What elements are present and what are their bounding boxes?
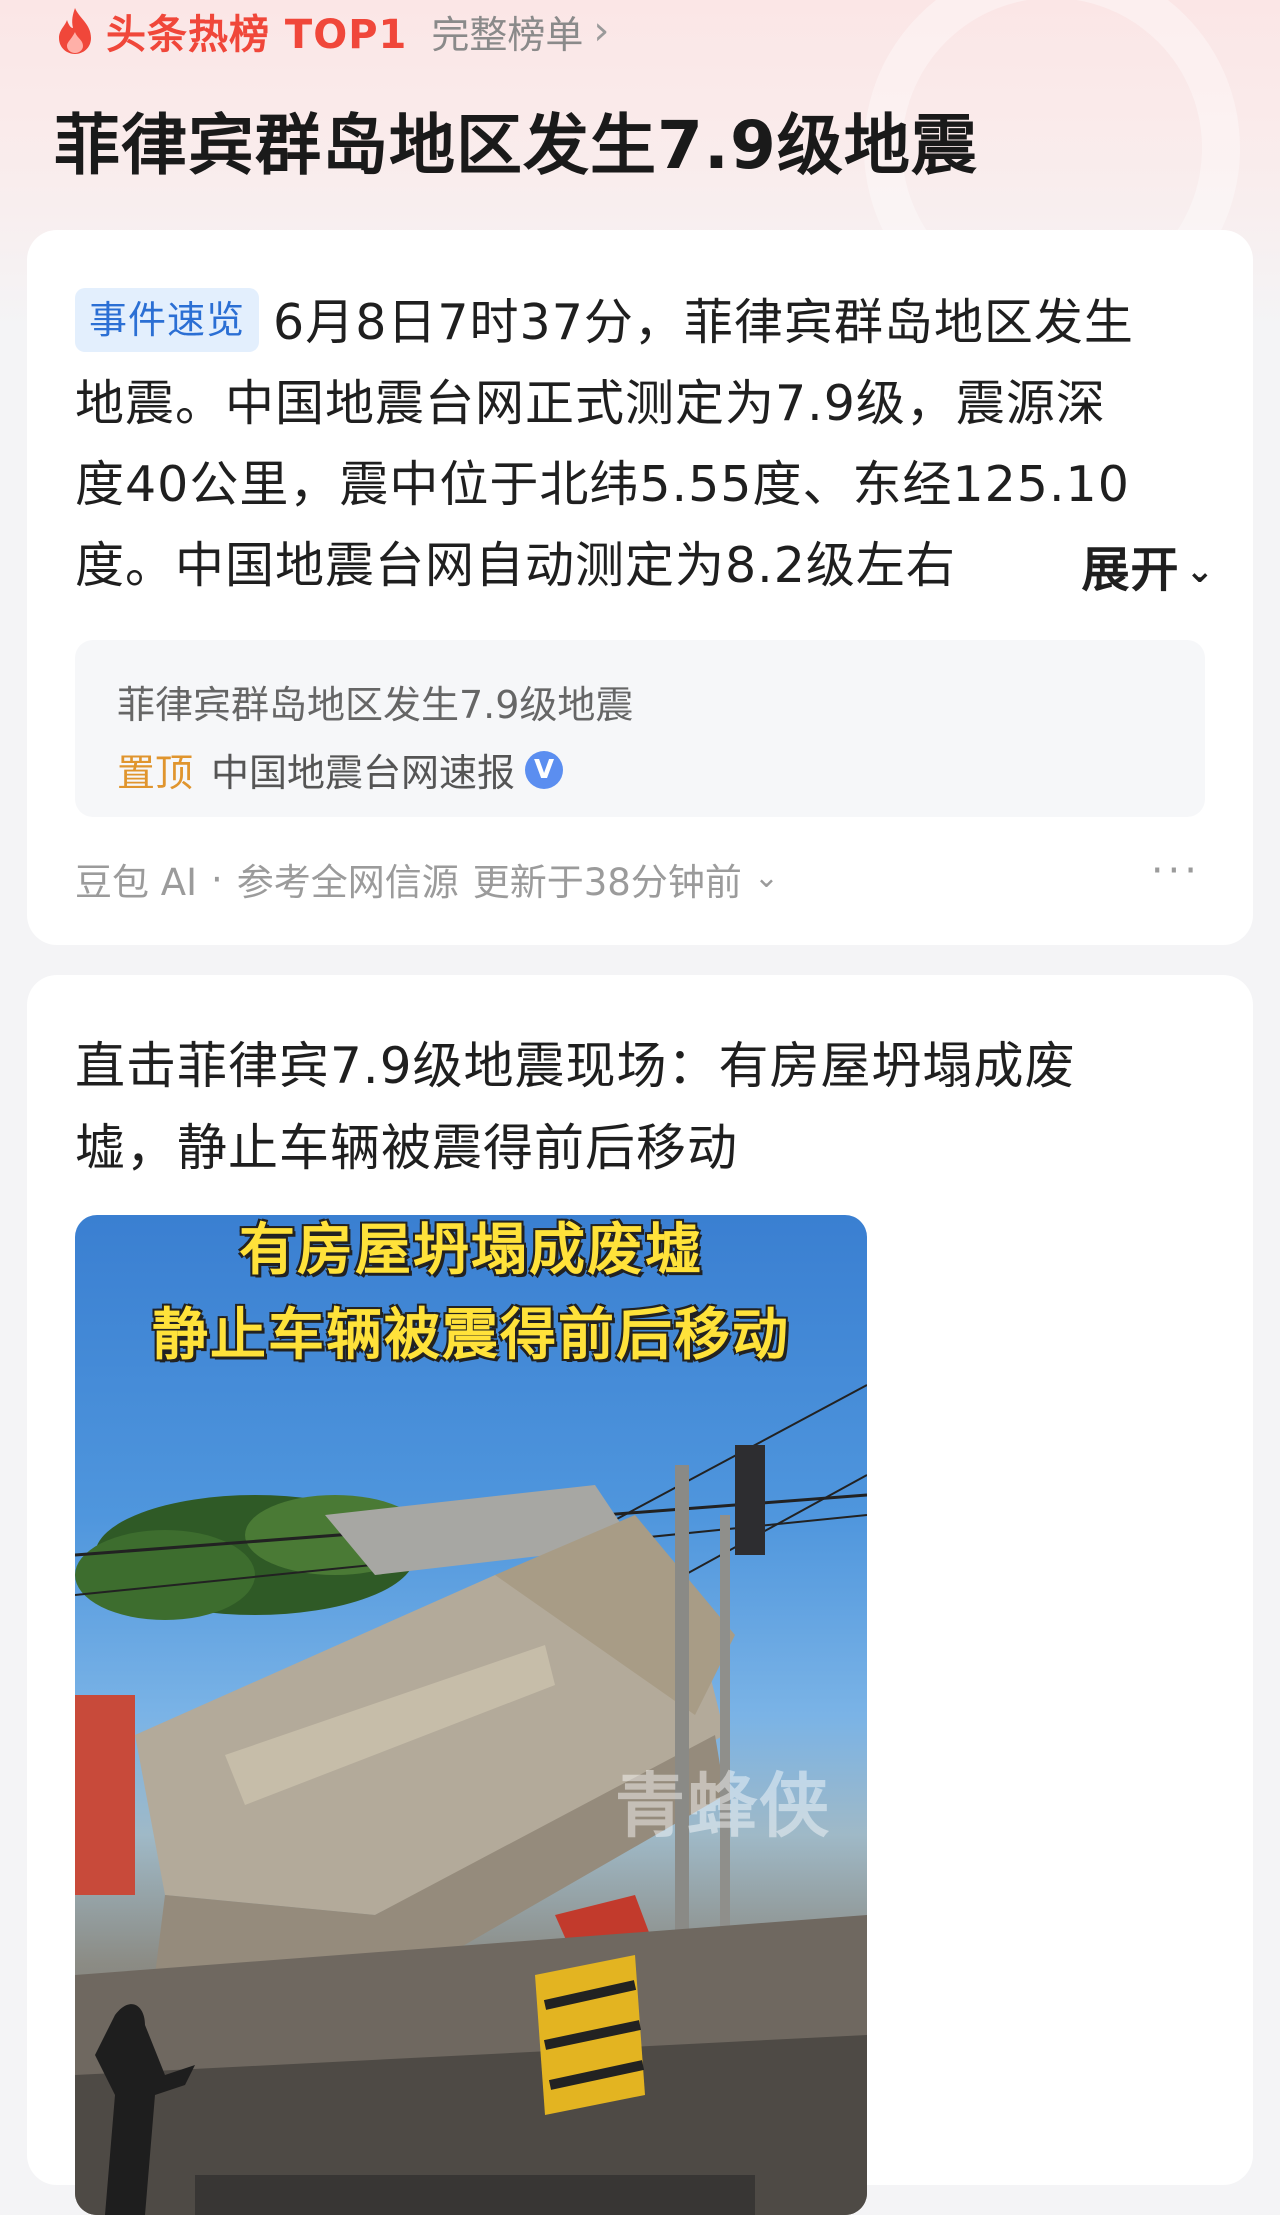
summary-line: 事件速览 6月8日7时37分，菲律宾群岛地区发生 [75,282,1134,363]
verified-icon: V [525,750,564,789]
summary-line: 地震。中国地震台网正式测定为7.9级，震源深 [75,375,1106,432]
pinned-badge: 置顶 [117,751,194,795]
chevron-down-icon: ⌄ [753,859,779,895]
news-title-line: 墟，静止车辆被震得前后移动 [75,1119,738,1177]
ai-provider: 豆包 AI [75,861,197,904]
reference-label: 参考全网信源 [236,861,459,904]
ai-meta[interactable]: 豆包 AI · 参考全网信源 更新于38分钟前 ⌄ [75,852,779,906]
news-card[interactable]: 直击菲律宾7.9级地震现场：有房屋坍塌成废 墟，静止车辆被震得前后移动 有房屋坍… [27,975,1253,2215]
source-box[interactable]: 菲律宾群岛地区发生7.9级地震 置顶 中国地震台网速报 V [75,640,1205,817]
more-options-icon[interactable]: ··· [1151,848,1201,894]
news-title-line: 直击菲律宾7.9级地震现场：有房屋坍塌成废 [75,1037,1076,1095]
video-thumbnail[interactable]: 有房屋坍塌成废墟 静止车辆被震得前后移动 青蜂侠 [75,1215,867,2215]
chevron-right-icon: › [593,8,610,54]
chevron-down-icon: ⌄ [1185,551,1215,591]
full-list-link[interactable]: 完整榜单 [431,4,583,59]
summary-card: 事件速览 6月8日7时37分，菲律宾群岛地区发生 地震。中国地震台网正式测定为7.… [27,230,1253,945]
hot-list-label: 头条热榜 TOP1 [106,12,408,58]
flame-icon [59,8,91,54]
source-name: 中国地震台网速报 [211,751,516,795]
expand-button[interactable]: 展开 ⌄ [1069,530,1215,611]
update-time: 更新于38分钟前 [472,861,742,904]
summary-text: 6月8日7时37分，菲律宾群岛地区发生 [273,294,1134,351]
source-row: 置顶 中国地震台网速报 V [117,742,564,797]
watermark: 青蜂侠 [615,1765,831,1847]
hot-list-bar[interactable]: 头条热榜 TOP1 完整榜单 › [54,4,610,59]
summary-line: 度。中国地震台网自动测定为8.2级左右 [75,537,956,594]
event-tag: 事件速览 [75,288,260,352]
meta-separator: · [210,857,223,901]
video-caption: 有房屋坍塌成废墟 [239,1218,703,1283]
expand-label: 展开 [1081,542,1180,598]
video-caption: 静止车辆被震得前后移动 [152,1303,790,1368]
summary-line: 度40公里，震中位于北纬5.55度、东经125.10 [75,456,1130,513]
page-title: 菲律宾群岛地区发生7.9级地震 [54,107,978,184]
source-title: 菲律宾群岛地区发生7.9级地震 [117,683,634,727]
news-title[interactable]: 直击菲律宾7.9级地震现场：有房屋坍塌成废 墟，静止车辆被震得前后移动 [75,1025,1195,1189]
